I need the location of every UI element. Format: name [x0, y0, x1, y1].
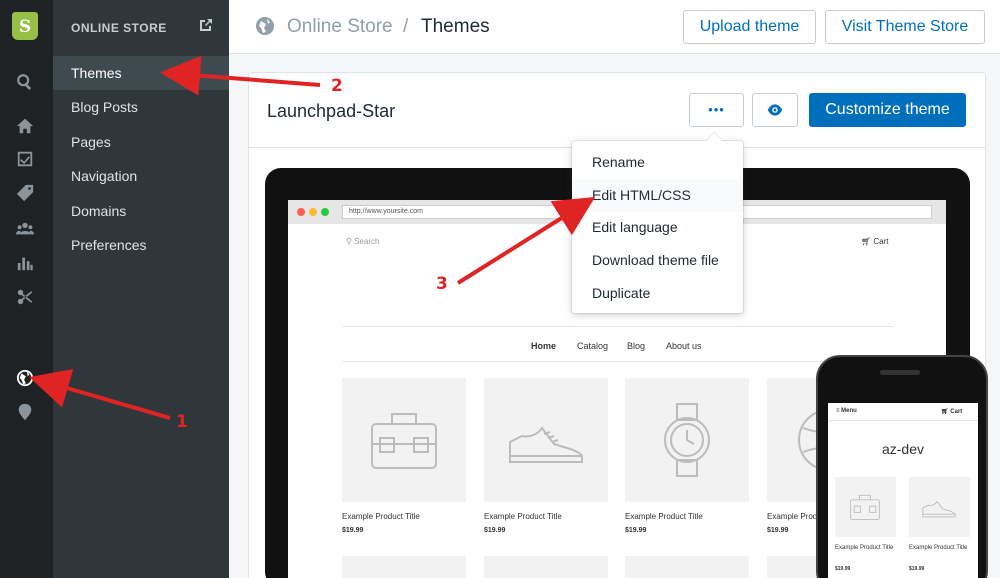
online-store-icon[interactable] [15, 368, 35, 388]
customers-icon[interactable] [15, 219, 35, 239]
site-nav-about: About us [666, 341, 702, 351]
sidebar-item-preferences[interactable]: Preferences [53, 228, 229, 262]
theme-actions-menu: Rename Edit HTML/CSS Edit language Downl… [572, 141, 743, 313]
mobile-menu-label: Menu [841, 408, 857, 414]
phone-speaker [880, 370, 920, 375]
product-price: $19.99 [342, 527, 364, 534]
site-nav-home: Home [531, 341, 557, 351]
cart-label: Cart [873, 237, 889, 246]
sidebar-item-domains[interactable]: Domains [53, 194, 229, 228]
eye-icon [767, 104, 783, 116]
annotation-number-1: 1 [176, 412, 188, 432]
mobile-cart-label: Cart [950, 409, 963, 415]
menu-item-download-theme-file[interactable]: Download theme file [572, 244, 743, 277]
minimize-dot [309, 208, 317, 216]
mobile-product-image [909, 477, 970, 537]
site-divider [343, 361, 893, 362]
annotation-number-3: 3 [436, 274, 448, 294]
menu-item-rename[interactable]: Rename [572, 146, 743, 179]
online-store-icon [255, 16, 277, 38]
site-search: ⚲ Search [346, 237, 379, 246]
site-divider [343, 326, 893, 327]
watch-icon [664, 403, 710, 477]
search-label: Search [354, 237, 380, 246]
menu-item-edit-html-css[interactable]: Edit HTML/CSS [572, 179, 743, 212]
top-bar: Online Store / Themes Upload theme Visit… [229, 0, 1000, 54]
product-title: Example Product Title [342, 512, 420, 521]
menu-item-duplicate[interactable]: Duplicate [572, 277, 743, 310]
tag-icon[interactable] [15, 183, 35, 203]
cart-icon: 🛒︎ [941, 409, 951, 415]
product-price: $19.99 [484, 527, 506, 534]
bag-icon [850, 494, 880, 521]
reports-icon[interactable] [15, 253, 35, 273]
discounts-icon[interactable] [15, 287, 35, 307]
menu-item-edit-language[interactable]: Edit language [572, 211, 743, 244]
mobile-product-price: $19.99 [835, 566, 851, 572]
search-icon: ⚲ [346, 237, 355, 246]
home-icon[interactable] [15, 116, 35, 136]
online-store-sidebar: ONLINE STORE Themes Blog Posts Pages Nav… [53, 0, 229, 578]
upload-theme-button[interactable]: Upload theme [683, 10, 816, 44]
annotation-number-2: 2 [331, 76, 343, 96]
external-link-icon[interactable] [199, 18, 213, 32]
more-actions-button[interactable]: ••• [689, 93, 744, 127]
sneaker-icon [922, 500, 956, 518]
shopify-bag-icon[interactable]: S [12, 12, 38, 40]
product-image [625, 556, 749, 578]
sidebar-item-blog-posts[interactable]: Blog Posts [53, 90, 229, 124]
sidebar-item-themes[interactable]: Themes [53, 56, 229, 90]
visit-theme-store-button[interactable]: Visit Theme Store [825, 10, 985, 44]
product-title: Example Product Title [484, 512, 562, 521]
mobile-product-title: Example Product Title [909, 545, 968, 551]
mobile-product-price: $19.99 [909, 566, 925, 572]
preview-button[interactable] [752, 93, 798, 127]
product-title: Example Product Title [625, 512, 703, 521]
product-image [484, 378, 608, 502]
site-cart: 🛒︎ Cart [861, 237, 889, 246]
page-title: Themes [421, 16, 490, 37]
product-image [342, 556, 466, 578]
mobile-preview-screen: ≡ Menu 🛒︎ Cart az-dev Example Product Ti… [828, 403, 978, 578]
product-price: $19.99 [767, 527, 789, 534]
more-actions-label: ••• [708, 102, 725, 117]
product-price: $19.99 [625, 527, 647, 534]
location-icon[interactable] [15, 402, 35, 422]
product-image [342, 378, 466, 502]
customize-theme-button[interactable]: Customize theme [809, 93, 966, 127]
product-image [484, 556, 608, 578]
mobile-menu: ≡ Menu [836, 408, 857, 414]
close-dot [297, 208, 305, 216]
maximize-dot [321, 208, 329, 216]
search-icon[interactable] [15, 72, 35, 92]
site-nav-catalog: Catalog [577, 341, 609, 351]
mobile-divider [828, 420, 978, 421]
mobile-brand: az-dev [881, 441, 925, 457]
cart-icon: 🛒︎ [861, 237, 874, 246]
sneaker-icon [509, 426, 583, 463]
theme-name: Launchpad-Star [267, 101, 396, 121]
breadcrumb-online-store[interactable]: Online Store [287, 16, 393, 38]
section-title: ONLINE STORE [71, 21, 167, 35]
mobile-product-title: Example Product Title [835, 545, 894, 551]
breadcrumb-separator: / [403, 16, 409, 37]
icon-rail: S [0, 0, 53, 578]
sidebar-item-pages[interactable]: Pages [53, 125, 229, 159]
product-image [625, 378, 749, 502]
orders-icon[interactable] [15, 149, 35, 169]
mobile-product-image [835, 477, 896, 537]
site-nav-blog: Blog [627, 341, 646, 351]
sidebar-item-navigation[interactable]: Navigation [53, 159, 229, 193]
mobile-cart: 🛒︎ Cart [941, 408, 962, 415]
bag-icon [371, 413, 437, 469]
